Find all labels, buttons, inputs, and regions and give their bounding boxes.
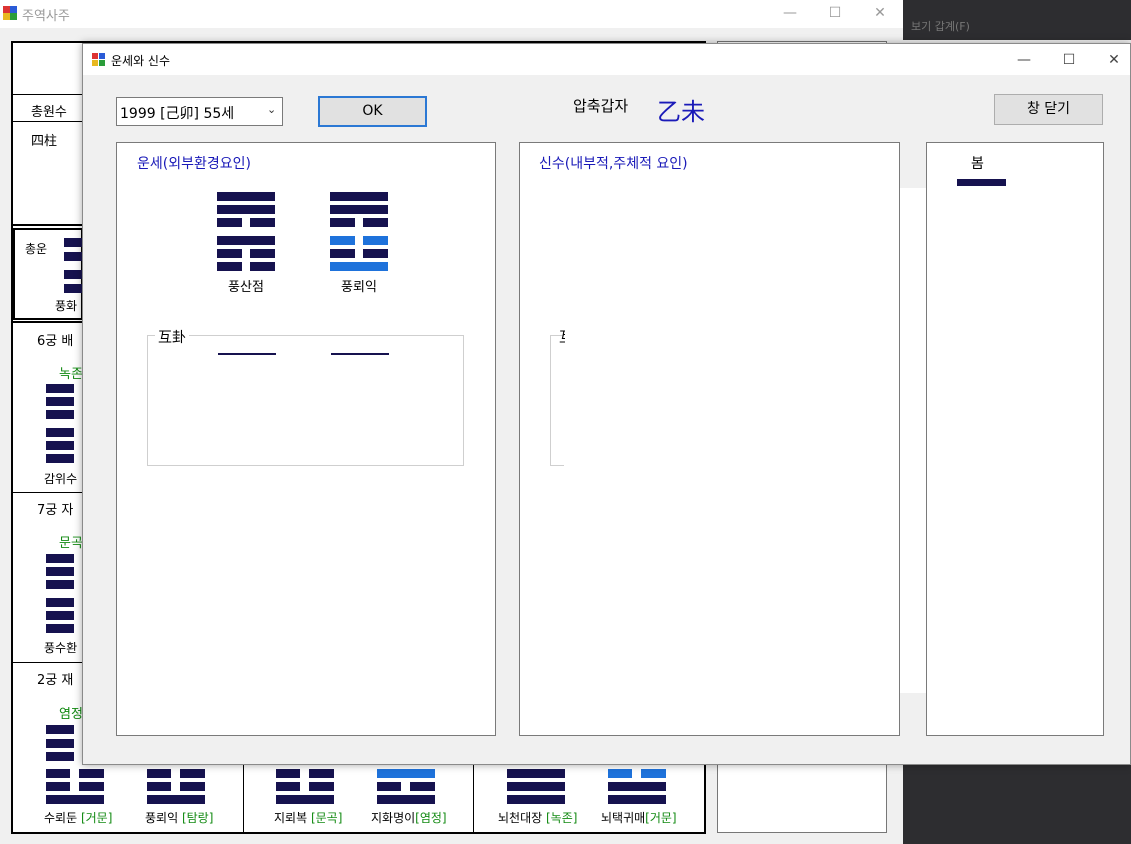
background-menu-text: 보기 갑계(F): [911, 20, 970, 33]
bottom-hex-1: 수뢰둔 [거문]: [44, 811, 113, 825]
palace-7-hex-name: 풍수환: [44, 641, 78, 655]
self-panel: 신수(내부적,주체적 요인) 互: [519, 142, 900, 736]
bottom-hex-4: 지화명이[염정]: [371, 811, 447, 825]
fortune-panel-title: 운세(외부환경요인): [137, 156, 251, 172]
palace-2-label: 2궁 재: [37, 673, 74, 688]
four-pillars-label: 四柱: [31, 134, 58, 149]
app-icon: [3, 6, 17, 20]
main-maximize-icon[interactable]: ☐: [820, 1, 850, 25]
mutual-hexagram-label: 互卦: [155, 327, 189, 347]
dialog-title-bar: 운세와 신수 — ☐ ✕: [83, 44, 1130, 75]
fortune-panel: 운세(외부환경요인) 풍산점 풍뢰익 互卦: [116, 142, 496, 736]
year-select[interactable]: 1999 [己卯] 55세 ⌄: [116, 97, 283, 126]
self-mutual-label: 互: [559, 327, 565, 347]
total-fortune-hex-name: 풍화: [55, 299, 78, 313]
season-bar: [957, 179, 1006, 186]
palace-2-star: 염정: [59, 707, 83, 722]
dialog-title: 운세와 신수: [111, 54, 171, 68]
total-fortune-label: 총운: [25, 242, 48, 256]
dialog-close-icon[interactable]: ✕: [1099, 48, 1129, 72]
ok-button[interactable]: OK: [318, 96, 427, 127]
self-panel-title: 신수(내부적,주체적 요인): [539, 156, 688, 172]
overlay-block: [900, 188, 926, 693]
main-close-icon[interactable]: ✕: [865, 1, 895, 25]
palace-6-label: 6궁 배: [37, 334, 74, 349]
season-panel: 봄: [926, 142, 1104, 736]
fortune-dialog: 운세와 신수 — ☐ ✕ 1999 [己卯] 55세 ⌄ OK 압축갑자 乙未 …: [82, 43, 1131, 765]
dialog-maximize-icon[interactable]: ☐: [1054, 48, 1084, 72]
dialog-minimize-icon[interactable]: —: [1009, 48, 1039, 72]
season-label: 봄: [971, 156, 984, 172]
bottom-hex-3: 지뢰복 [문곡]: [274, 811, 343, 825]
close-window-button[interactable]: 창 닫기: [994, 94, 1103, 125]
bottom-hex-2: 풍뢰익 [탐랑]: [145, 811, 214, 825]
chevron-down-icon[interactable]: ⌄: [267, 103, 276, 116]
background-app-strip: 보기 갑계(F): [903, 0, 1131, 40]
mutual-hexagram-group: [147, 335, 464, 466]
ganji-value: 乙未: [657, 98, 705, 126]
palace-6-hex-name: 감위수: [44, 472, 78, 486]
main-window-title: 주역사주: [22, 9, 70, 24]
palace-6-star: 녹존: [59, 367, 83, 382]
palace-7-label: 7궁 자: [37, 503, 74, 518]
hex2-name: 풍뢰익: [341, 280, 377, 295]
bottom-hex-5: 뇌천대장 [녹존]: [498, 811, 578, 825]
main-minimize-icon[interactable]: —: [775, 1, 805, 25]
palace-7-star: 문곡: [59, 536, 83, 551]
hex1-name: 풍산점: [228, 280, 264, 295]
background-app-strip-bottom: [903, 765, 1131, 844]
dialog-app-icon: [92, 53, 105, 66]
ganji-label: 압축갑자: [573, 97, 629, 115]
main-title-bar: 주역사주 — ☐ ✕: [0, 0, 903, 28]
total-count-label: 총원수: [31, 105, 67, 120]
bottom-hex-6: 뇌택귀매[거문]: [601, 811, 677, 825]
self-mutual-group: [550, 335, 564, 466]
